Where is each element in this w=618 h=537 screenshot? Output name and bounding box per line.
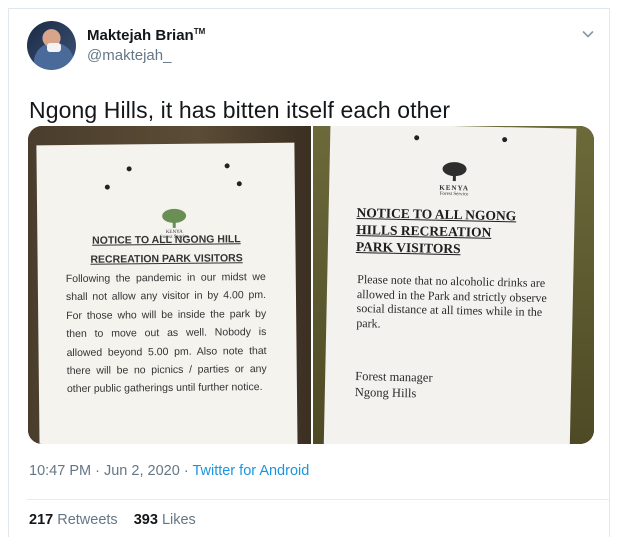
chevron-down-icon[interactable] <box>581 27 595 41</box>
divider <box>27 499 609 500</box>
avatar[interactable] <box>27 21 76 70</box>
kfs-logo-icon <box>442 162 467 182</box>
tweet-date[interactable]: Jun 2, 2020 <box>104 463 180 479</box>
notice-right-signature: Forest manager Ngong Hills <box>355 368 546 404</box>
notice-left-body: Following the pandemic in our midst we s… <box>65 270 267 396</box>
retweets-stat[interactable]: 217 Retweets <box>29 512 118 528</box>
display-name[interactable]: Maktejah BrianTM <box>87 27 205 44</box>
signature-line: Ngong Hills <box>354 385 417 401</box>
pin-hole <box>502 137 508 143</box>
meta-separator: · <box>95 463 100 479</box>
display-name-text[interactable]: Maktejah Brian <box>87 27 194 44</box>
notice-left-title-line-2: RECREATION PARK VISITORS <box>90 252 243 266</box>
pin-hole <box>236 181 242 187</box>
tweet-timestamp: 10:47 PM · Jun 2, 2020 · Twitter for And… <box>29 463 309 479</box>
retweets-label: Retweets <box>57 512 118 528</box>
kfs-logo-line: Forest Service <box>439 191 469 198</box>
tweet-time[interactable]: 10:47 PM <box>29 463 91 479</box>
media-photo-right[interactable]: KENYA Forest Service NOTICE TO ALL NGONG… <box>313 126 594 444</box>
pin-hole <box>126 166 132 172</box>
likes-stat[interactable]: 393 Likes <box>134 512 196 528</box>
kfs-logo-icon <box>162 208 187 228</box>
notice-right-title-line: PARK VISITORS <box>355 239 461 257</box>
tweet-text: Ngong Hills, it has bitten itself each o… <box>29 97 451 123</box>
notice-paper-left: KENYA Forest Service NOTICE TO ALL NGONG… <box>36 142 298 444</box>
tweet-media[interactable]: KENYA Forest Service NOTICE TO ALL NGONG… <box>28 126 594 444</box>
tweet-card: Maktejah BrianTM @maktejah_ Ngong Hills,… <box>8 8 610 537</box>
retweets-count: 217 <box>29 512 54 528</box>
notice-right-body: Please note that no alcoholic drinks are… <box>356 272 547 331</box>
user-handle[interactable]: @maktejah_ <box>87 47 171 64</box>
likes-label: Likes <box>161 512 196 528</box>
tweet-source-link[interactable]: Twitter for Android <box>192 463 309 479</box>
pin-hole <box>414 135 420 141</box>
kfs-logo-text: KENYA Forest Service <box>425 183 483 198</box>
pin-hole <box>224 163 230 169</box>
meta-separator: · <box>183 463 189 479</box>
likes-count: 393 <box>133 512 158 528</box>
notice-paper-right: KENYA Forest Service NOTICE TO ALL NGONG… <box>323 126 577 444</box>
tweet-stats: 217 Retweets 393 Likes <box>29 512 196 528</box>
face-mask-detail <box>47 43 61 52</box>
trademark-badge: TM <box>193 27 206 36</box>
notice-right-title: NOTICE TO ALL NGONG HILLS RECREATION PAR… <box>356 204 557 259</box>
pin-hole <box>104 184 110 190</box>
notice-left-title-line-1: NOTICE TO ALL NGONG HILL <box>92 233 241 247</box>
media-photo-left[interactable]: KENYA Forest Service NOTICE TO ALL NGONG… <box>28 126 311 444</box>
